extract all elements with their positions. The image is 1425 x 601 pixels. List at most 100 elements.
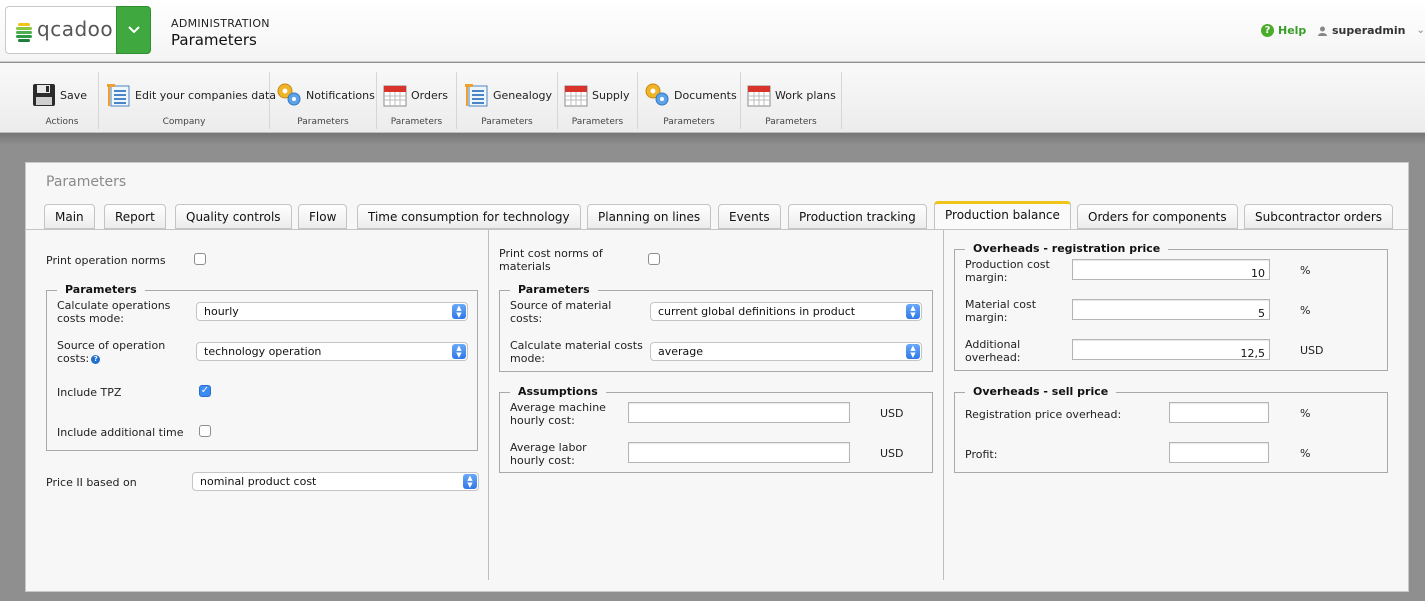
include-additional-time-checkbox[interactable] <box>199 425 211 437</box>
tab-planning-on-lines[interactable]: Planning on lines <box>587 204 712 229</box>
production-margin-unit: % <box>1300 264 1311 277</box>
ribbon-group-label: Parameters <box>571 117 624 127</box>
tab-main[interactable]: Main <box>44 204 95 229</box>
tab-orders-for-components[interactable]: Orders for components <box>1077 204 1238 229</box>
documents-button[interactable]: Documents <box>644 78 737 112</box>
chevron-down-icon <box>127 26 140 34</box>
gears-icon <box>277 83 301 106</box>
print-cost-norms-label: Print cost norms of materials <box>499 247 603 273</box>
additional-overhead-input[interactable]: 12,5 <box>1072 339 1270 360</box>
tab-production-tracking[interactable]: Production tracking <box>788 204 927 229</box>
price-ii-select[interactable]: nominal product cost ▲ ▼ <box>192 472 479 491</box>
avg-labor-unit: USD <box>880 447 904 460</box>
column-divider <box>488 230 489 580</box>
calc-mode-label-line2: costs mode: <box>57 312 124 325</box>
material-margin-unit: % <box>1300 304 1311 317</box>
material-parameters-fieldset: Parameters Source of material costs: cur… <box>499 283 933 372</box>
include-tpz-label: Include TPZ <box>57 386 122 399</box>
tab-production-balance[interactable]: Production balance <box>934 201 1071 230</box>
production-margin-label-line1: Production cost <box>965 258 1050 271</box>
calendar-icon <box>383 85 407 107</box>
calc-material-select[interactable]: average ▲ ▼ <box>650 342 922 361</box>
logo-text: qcadoo <box>37 17 114 41</box>
ribbon-group-supply: Supply Parameters <box>558 72 638 129</box>
assumptions-legend: Assumptions <box>510 385 606 398</box>
save-button[interactable]: Save <box>32 78 87 112</box>
help-icon[interactable]: ? <box>91 354 101 364</box>
tab-report[interactable]: Report <box>104 204 166 229</box>
genealogy-label: Genealogy <box>493 88 553 102</box>
ribbon-group-label: Parameters <box>481 117 533 127</box>
print-cost-norms-checkbox[interactable] <box>648 253 660 265</box>
orders-button[interactable]: Orders <box>383 78 448 112</box>
select-arrows-icon: ▲ ▼ <box>452 344 466 359</box>
calc-material-label: Calculate material costs mode: <box>510 339 643 365</box>
ribbon-toolbar: Save Actions Edit your companies data Co… <box>0 63 1425 133</box>
edit-companies-label: Edit your companies data <box>135 88 277 102</box>
profit-label: Profit: <box>965 448 998 461</box>
overheads-sell-legend: Overheads - sell price <box>965 385 1117 398</box>
list-icon <box>465 84 488 107</box>
print-operation-norms-label: Print operation norms <box>46 254 166 267</box>
calc-mode-value: hourly <box>204 305 239 318</box>
additional-overhead-unit: USD <box>1300 344 1324 357</box>
avg-machine-input[interactable] <box>628 402 850 423</box>
genealogy-button[interactable]: Genealogy <box>463 78 552 112</box>
notifications-button[interactable]: Notifications <box>276 78 375 112</box>
material-margin-label-line2: margin: <box>965 311 1008 324</box>
print-cost-norms-line1: Print cost norms of <box>499 247 603 260</box>
ribbon-group-label: Parameters <box>663 117 715 127</box>
ribbon-group-label: Parameters <box>765 117 817 127</box>
edit-companies-button[interactable]: Edit your companies data <box>105 78 276 112</box>
save-icon <box>33 84 55 106</box>
qcadoo-logo-icon <box>16 23 32 42</box>
calc-mode-select[interactable]: hourly ▲ ▼ <box>196 302 468 321</box>
source-material-select[interactable]: current global definitions in product ▲ ▼ <box>650 302 922 321</box>
chevron-down-icon: ⌄ <box>1416 25 1425 36</box>
main-menu-button[interactable] <box>116 6 151 54</box>
print-cost-norms-line2: materials <box>499 260 551 273</box>
help-label: Help <box>1278 24 1307 37</box>
avg-labor-label-line1: Average labor <box>510 441 587 454</box>
logo[interactable]: qcadoo <box>5 6 117 54</box>
production-margin-input[interactable]: 10 <box>1072 259 1270 280</box>
ribbon-group-documents: Documents Parameters <box>638 72 741 129</box>
source-operation-select[interactable]: technology operation ▲ ▼ <box>196 342 468 361</box>
help-link[interactable]: ? Help <box>1261 24 1306 37</box>
registration-price-overhead-input[interactable] <box>1169 402 1269 423</box>
ribbon-group-label: Parameters <box>297 117 349 127</box>
avg-labor-label: Average labor hourly cost: <box>510 441 587 467</box>
calc-mode-label-line1: Calculate operations <box>57 299 171 312</box>
ribbon-group-company: Edit your companies data Company <box>99 72 276 129</box>
tab-subcontractor-orders[interactable]: Subcontractor orders <box>1244 204 1394 229</box>
calc-material-label-line2: mode: <box>510 352 545 365</box>
work-plans-button[interactable]: Work plans <box>747 78 836 112</box>
column-divider <box>943 230 944 580</box>
tab-time-consumption[interactable]: Time consumption for technology <box>357 204 581 229</box>
tab-quality-controls[interactable]: Quality controls <box>175 204 292 229</box>
select-arrows-icon: ▲ ▼ <box>906 344 920 359</box>
avg-labor-input[interactable] <box>628 442 850 463</box>
ribbon-group-genealogy: Genealogy Parameters <box>457 72 558 129</box>
profit-input[interactable] <box>1169 442 1269 463</box>
work-plans-label: Work plans <box>775 88 836 102</box>
select-arrows-icon: ▲ ▼ <box>452 304 466 319</box>
registration-price-overhead-label: Registration price overhead: <box>965 408 1122 421</box>
overheads-sell-fieldset: Overheads - sell price Registration pric… <box>954 385 1388 473</box>
print-operation-norms-checkbox[interactable] <box>194 253 206 265</box>
user-icon <box>1318 26 1327 36</box>
include-tpz-checkbox[interactable]: ✓ <box>199 385 211 397</box>
source-material-label: Source of material costs: <box>510 299 611 325</box>
tab-flow[interactable]: Flow <box>298 204 348 229</box>
supply-button[interactable]: Supply <box>564 78 630 112</box>
calc-material-label-line1: Calculate material costs <box>510 339 643 352</box>
calendar-icon <box>564 85 588 107</box>
source-operation-value: technology operation <box>204 345 322 358</box>
user-menu[interactable]: superadmin ⌄ <box>1318 24 1425 37</box>
price-ii-value: nominal product cost <box>200 475 317 488</box>
additional-overhead-label-line1: Additional <box>965 338 1021 351</box>
material-margin-input[interactable]: 5 <box>1072 299 1270 320</box>
parameters-panel: Parameters Main Report Quality controls … <box>25 162 1409 592</box>
select-arrows-icon: ▲ ▼ <box>463 474 477 489</box>
tab-events[interactable]: Events <box>718 204 781 229</box>
